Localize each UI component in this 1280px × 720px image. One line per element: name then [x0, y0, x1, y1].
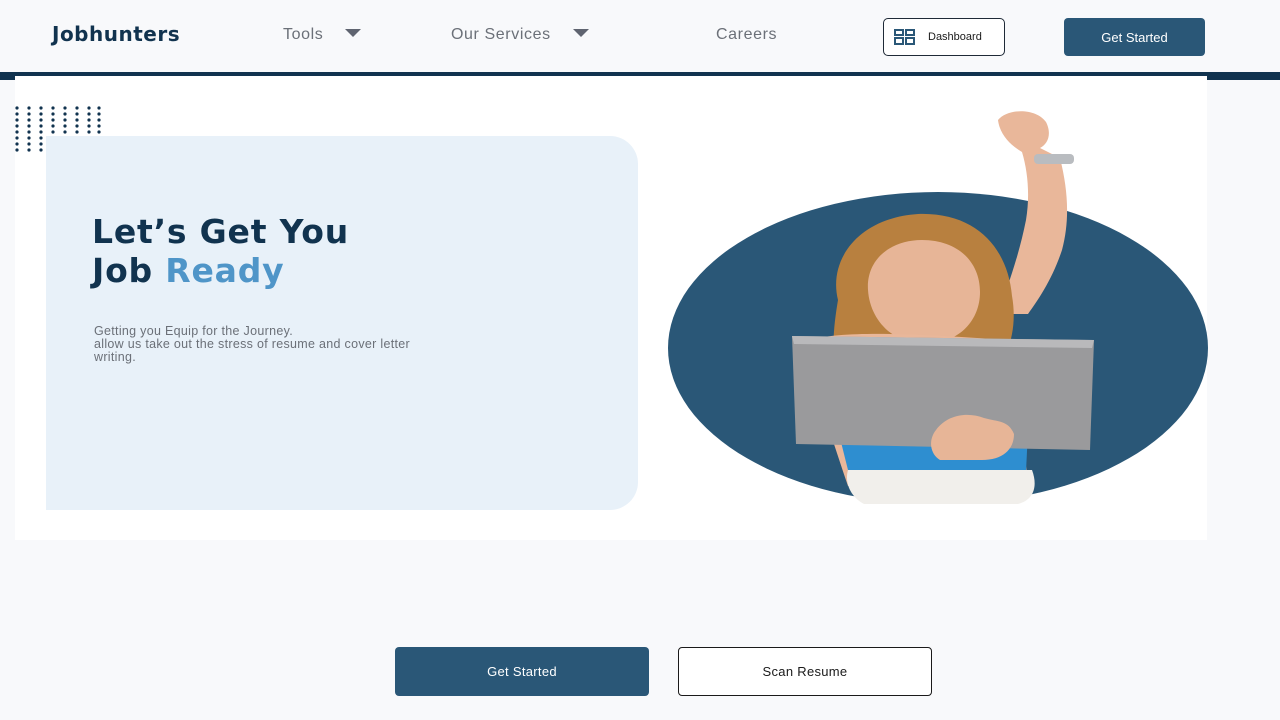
brand-logo[interactable]: Jobhunters: [52, 22, 180, 46]
caret-down-icon: [572, 28, 589, 37]
white-pants: [846, 470, 1035, 504]
nav-our-services[interactable]: Our Services: [451, 26, 589, 44]
hero-heading-line2: Job Ready: [92, 251, 349, 290]
nav-our-services-label: Our Services: [451, 26, 551, 43]
hero-heading: Let’s Get You Job Ready: [92, 212, 349, 290]
dashboard-grid-icon: [894, 29, 915, 45]
nav-tools[interactable]: Tools: [283, 26, 362, 44]
scan-resume-button[interactable]: Scan Resume: [678, 647, 932, 696]
caret-down-icon: [345, 28, 362, 37]
header-get-started-label: Get Started: [1101, 29, 1168, 45]
hero-description-line2: allow us take out the stress of resume a…: [94, 337, 410, 351]
brand-logo-text: Jobhunters: [52, 22, 181, 46]
get-started-button[interactable]: Get Started: [395, 647, 649, 696]
nav-careers[interactable]: Careers: [716, 26, 777, 44]
hero-description: Getting you Equip for the Journey. allow…: [94, 325, 554, 364]
hero-heading-line1: Let’s Get You: [92, 212, 350, 251]
get-started-label: Get Started: [487, 664, 557, 679]
dashboard-button-label: Dashboard: [928, 31, 982, 43]
hero-heading-accent: Ready: [165, 251, 285, 290]
hero-text-card: [46, 136, 638, 510]
hero-description-line3: writing.: [94, 350, 136, 364]
hero-heading-main: Job: [92, 251, 166, 290]
header-get-started-button[interactable]: Get Started: [1064, 18, 1205, 56]
dashboard-button[interactable]: Dashboard: [883, 18, 1005, 56]
wristwatch: [1034, 154, 1074, 164]
nav-tools-label: Tools: [283, 26, 324, 43]
top-navbar: Jobhunters Tools Our Services Careers Da…: [0, 0, 1280, 72]
nav-careers-label: Careers: [716, 26, 778, 43]
hero-illustration: [668, 111, 1208, 504]
scan-resume-label: Scan Resume: [762, 664, 848, 679]
